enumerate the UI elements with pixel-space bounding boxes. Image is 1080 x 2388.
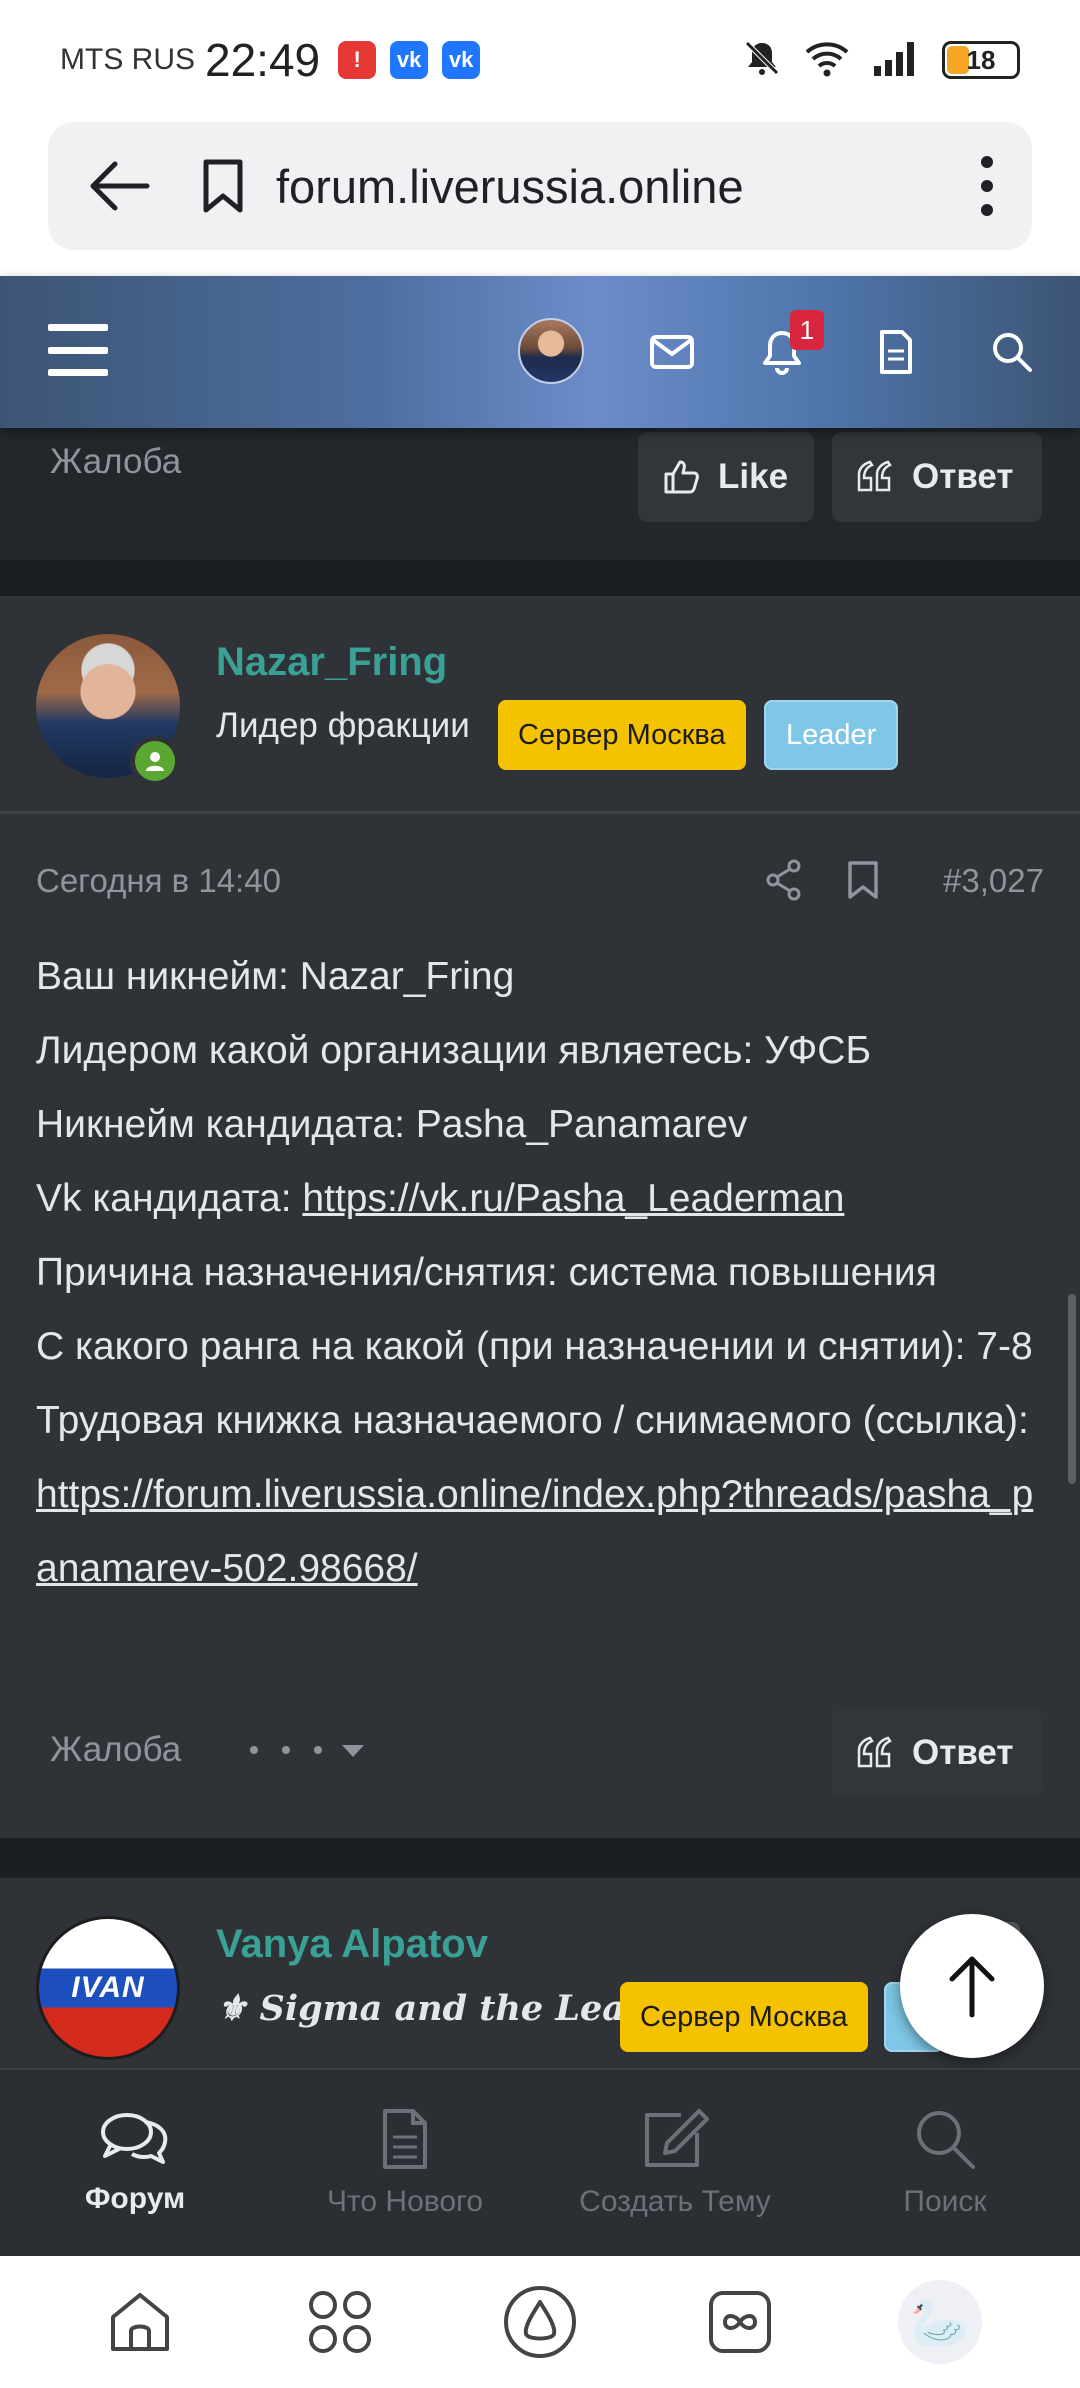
recent-button[interactable]	[685, 2267, 795, 2377]
apps-grid-icon	[309, 2291, 371, 2353]
quote-icon	[857, 460, 892, 492]
post-separator	[0, 560, 1080, 596]
alert-app-icon: !	[338, 41, 377, 79]
user-avatar[interactable]: IVAN	[36, 1916, 180, 2060]
online-status-icon	[130, 736, 180, 786]
like-label: Like	[718, 457, 789, 496]
signal-icon	[872, 38, 920, 83]
tab-label: Форум	[84, 2182, 186, 2215]
browser-toolbar: forum.liverussia.online	[0, 120, 1080, 276]
report-link[interactable]: Жалоба	[50, 442, 181, 482]
search-icon	[917, 2111, 975, 2169]
server-badge: Сервер Москва	[498, 700, 746, 770]
reply-label: Ответ	[912, 457, 1014, 496]
post-line: Никнейм кандидата: Pasha_Panamarev	[36, 1103, 748, 1146]
assistant-icon	[504, 2286, 576, 2358]
vk-app-icon: vk	[390, 41, 429, 79]
bookmark-icon	[203, 159, 243, 213]
post-line: С какого ранга на какой (при назначении …	[36, 1325, 1033, 1368]
assistant-button[interactable]	[485, 2267, 595, 2377]
reply-button[interactable]: Ответ	[832, 432, 1042, 522]
post-line: Ваш никнейм: Nazar_Fring	[36, 955, 515, 998]
tab-label: Создать Тему	[579, 2185, 771, 2218]
username-link[interactable]: Vanya Alpatov	[216, 1922, 488, 1967]
vk-label: Vk кандидата:	[36, 1177, 303, 1220]
account-avatar[interactable]	[518, 318, 584, 384]
more-horizontal-icon	[250, 1745, 364, 1757]
address-bar[interactable]: forum.liverussia.online	[48, 122, 1032, 250]
reply-label: Ответ	[912, 1733, 1014, 1772]
infinity-icon	[709, 2291, 771, 2353]
post-separator	[0, 1838, 1080, 1878]
vk-app-icon: vk	[442, 41, 481, 79]
menu-icon[interactable]	[48, 324, 108, 376]
bookmark-button[interactable]	[188, 158, 258, 214]
status-bar: MTS RUS 22:49 ! vk vk 18	[0, 0, 1080, 120]
tab-label: Что Нового	[326, 2185, 484, 2218]
scroll-up-button[interactable]	[900, 1914, 1044, 2058]
workbook-thread-link[interactable]: https://forum.liverussia.online/index.ph…	[36, 1473, 1033, 1590]
username-link[interactable]: Nazar_Fring	[216, 640, 447, 685]
page-scrollbar[interactable]	[1068, 1294, 1076, 1484]
profile-button[interactable]: 🦢	[885, 2267, 995, 2377]
post-line: Vk кандидата: https://vk.ru/Pasha_Leader…	[36, 1162, 1046, 1236]
thumbs-up-icon	[664, 460, 699, 494]
browser-menu-button[interactable]	[942, 154, 1032, 218]
like-button[interactable]: Like	[638, 432, 814, 522]
more-actions-button[interactable]	[246, 1738, 366, 1762]
post-line: Причина назначения/снятия: система повыш…	[36, 1251, 937, 1294]
workbook-label: Трудовая книжка назначаемого / снимаемог…	[36, 1399, 1029, 1442]
post-content: Ваш никнейм: Nazar_Fring Лидером какой о…	[36, 940, 1046, 1606]
post-previous: Жалоба Like Ответ	[0, 428, 1080, 560]
messages-icon[interactable]	[640, 320, 704, 384]
forum-icon	[101, 2113, 168, 2164]
quote-icon	[857, 1736, 892, 1768]
share-icon[interactable]	[764, 858, 804, 907]
document-icon	[383, 2109, 427, 2169]
url-text[interactable]: forum.liverussia.online	[276, 159, 744, 214]
user-title: Лидер фракции	[216, 706, 470, 745]
carrier-label: MTS RUS	[60, 43, 195, 76]
tab-create-thread[interactable]: Создать Тему	[540, 2070, 810, 2256]
post-date[interactable]: Сегодня в 14:40	[36, 862, 281, 900]
report-link[interactable]: Жалоба	[50, 1730, 181, 1770]
tab-forum[interactable]: Форум	[0, 2070, 270, 2256]
wifi-icon	[804, 38, 850, 83]
home-icon	[111, 2293, 169, 2351]
leader-badge: Leader	[764, 700, 899, 770]
notification-count-badge: 1	[790, 310, 824, 350]
battery-level: 18	[966, 44, 996, 75]
bottom-tab-bar: Форум Что Нового Создать Тему Поиск	[0, 2068, 1080, 2256]
clock: 22:49	[205, 34, 321, 86]
post-author-header: Nazar_Fring Лидер фракции Сервер Москва …	[0, 596, 1080, 814]
reply-button[interactable]: Ответ	[832, 1708, 1042, 1798]
vk-profile-link[interactable]: https://vk.ru/Pasha_Leaderman	[302, 1177, 844, 1220]
arrow-up-icon	[949, 1956, 995, 2018]
battery-icon: 18	[942, 41, 1020, 79]
post-line: Трудовая книжка назначаемого / снимаемог…	[36, 1384, 1046, 1606]
system-nav-bar: 🦢	[0, 2256, 1080, 2388]
goose-avatar-icon: 🦢	[898, 2280, 982, 2364]
search-icon[interactable]	[980, 320, 1044, 384]
post-line: Лидером какой организации являетесь: УФС…	[36, 1029, 872, 1072]
tab-search[interactable]: Поиск	[810, 2070, 1080, 2256]
tab-label: Поиск	[903, 2185, 987, 2218]
server-badge: Сервер Москва	[620, 1982, 868, 2052]
apps-button[interactable]	[285, 2267, 395, 2377]
mute-icon	[742, 38, 782, 83]
back-button[interactable]	[48, 122, 188, 250]
edit-icon	[645, 2109, 709, 2167]
arrow-left-icon	[90, 161, 150, 211]
avatar-text: IVAN	[71, 1971, 145, 2004]
document-icon[interactable]	[864, 320, 928, 384]
post-number-link[interactable]: #3,027	[943, 862, 1044, 900]
bookmark-icon[interactable]	[846, 860, 880, 905]
more-vertical-icon	[981, 156, 993, 216]
home-button[interactable]	[85, 2267, 195, 2377]
tab-whats-new[interactable]: Что Нового	[270, 2070, 540, 2256]
site-header	[0, 276, 1080, 428]
